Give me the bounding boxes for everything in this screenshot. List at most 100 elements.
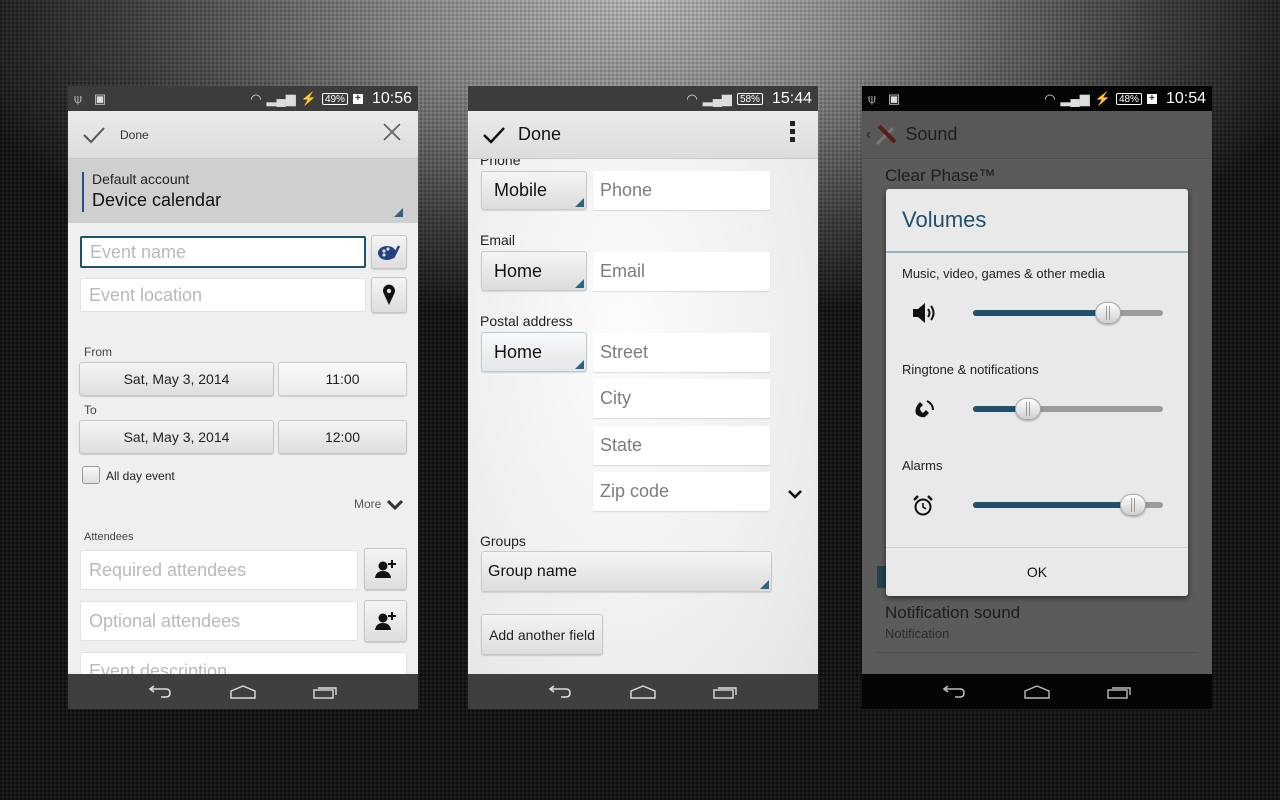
from-date-button[interactable]: Sat, May 3, 2014 xyxy=(79,362,274,396)
all-day-checkbox[interactable] xyxy=(82,466,100,484)
postal-address-label: Postal address xyxy=(480,313,573,329)
map-pin-icon xyxy=(383,284,395,305)
zip-code-input[interactable]: Zip code xyxy=(593,472,770,511)
more-label: More xyxy=(354,497,382,511)
checkmark-icon xyxy=(483,126,505,144)
email-input[interactable]: Email xyxy=(593,252,770,291)
ok-button[interactable]: OK xyxy=(886,548,1188,596)
to-date-button[interactable]: Sat, May 3, 2014 xyxy=(79,420,274,454)
email-type-select[interactable]: Home xyxy=(481,251,587,291)
location-button[interactable] xyxy=(371,277,407,313)
alarm-clock-icon xyxy=(913,495,933,516)
media-volume-label: Music, video, games & other media xyxy=(902,266,1106,281)
android-icon: ▣ xyxy=(93,91,107,106)
done-label: Done xyxy=(120,127,149,142)
account-accent-bar xyxy=(82,172,84,212)
slider-fill xyxy=(973,502,1133,508)
up-button[interactable]: ‹ Sound xyxy=(862,122,957,148)
recents-button[interactable] xyxy=(1107,685,1133,699)
battery-level: 49% xyxy=(321,92,348,105)
ringtone-icon xyxy=(915,400,934,418)
phone-input[interactable]: Phone xyxy=(593,171,770,210)
home-button[interactable] xyxy=(230,684,256,699)
done-button[interactable]: Done xyxy=(68,111,149,159)
setting-clear-phase[interactable]: Clear Phase™ xyxy=(885,166,996,186)
street-input[interactable]: Street xyxy=(593,333,770,372)
recents-button[interactable] xyxy=(713,685,739,699)
volumes-dialog: Volumes Music, video, games & other medi… xyxy=(886,189,1188,596)
to-time-button[interactable]: 12:00 xyxy=(278,420,407,454)
home-button[interactable] xyxy=(1024,684,1050,699)
nav-bar xyxy=(68,674,418,709)
state-input[interactable]: State xyxy=(593,426,770,465)
divider xyxy=(877,652,1197,653)
add-required-attendee-button[interactable] xyxy=(364,548,407,590)
signal-icon: ▂▄▆ xyxy=(702,91,732,106)
more-button[interactable]: More xyxy=(354,497,404,511)
optional-attendees-input[interactable]: Optional attendees xyxy=(80,601,358,641)
overflow-menu-button[interactable] xyxy=(790,121,796,148)
setting-notification-sound[interactable]: Notification sound Notification xyxy=(885,603,1020,641)
event-color-button[interactable] xyxy=(371,235,407,269)
status-bar: ⍦ ▣ ◠ ▂▄▆ ⚡ 49% + 10:56 xyxy=(68,86,418,111)
postal-type-value: Home xyxy=(494,341,543,362)
dropdown-corner-icon xyxy=(575,279,584,288)
alarms-volume-slider[interactable] xyxy=(973,494,1163,516)
slider-thumb[interactable] xyxy=(1119,494,1146,516)
chevron-down-icon xyxy=(788,490,802,499)
usb-icon: ⍦ xyxy=(868,91,876,106)
group-name-select[interactable]: Group name xyxy=(481,551,772,592)
city-input[interactable]: City xyxy=(593,379,770,418)
account-selector[interactable]: Default account Device calendar xyxy=(68,159,418,223)
home-button[interactable] xyxy=(630,684,656,699)
close-button[interactable] xyxy=(382,122,402,147)
battery-level: 48% xyxy=(1115,92,1142,105)
postal-type-select[interactable]: Home xyxy=(481,332,587,372)
nav-bar xyxy=(862,674,1212,709)
to-label: To xyxy=(84,403,97,417)
notification-sound-title: Notification sound xyxy=(885,603,1021,622)
checkmark-icon xyxy=(83,126,105,143)
home-icon xyxy=(1024,684,1050,699)
clock: 15:44 xyxy=(771,89,812,107)
home-icon xyxy=(630,684,656,699)
dialog-title: Volumes xyxy=(902,207,987,232)
back-button[interactable] xyxy=(941,684,967,699)
add-another-field-button[interactable]: Add another field xyxy=(481,614,603,655)
add-optional-attendee-button[interactable] xyxy=(364,600,407,642)
from-label: From xyxy=(84,345,112,359)
slider-thumb[interactable] xyxy=(1015,398,1042,420)
media-volume-slider[interactable] xyxy=(973,302,1163,324)
calendar-event-screen: ⍦ ▣ ◠ ▂▄▆ ⚡ 49% + 10:56 Done Default acc… xyxy=(68,86,418,709)
ringtone-volume-slider[interactable] xyxy=(973,398,1163,420)
clock: 10:54 xyxy=(1165,89,1206,107)
back-button[interactable] xyxy=(147,684,173,699)
dropdown-corner-icon xyxy=(394,208,403,217)
event-name-input[interactable]: Event name xyxy=(80,236,366,268)
back-icon xyxy=(942,684,965,698)
wifi-icon: ◠ xyxy=(686,91,698,106)
battery-plus-icon: + xyxy=(1146,93,1157,104)
required-attendees-input[interactable]: Required attendees xyxy=(80,550,358,590)
from-time-button[interactable]: 11:00 xyxy=(278,362,407,396)
overflow-menu-icon xyxy=(790,121,795,142)
signal-icon: ▂▄▆ xyxy=(266,91,296,106)
battery-level: 58% xyxy=(736,92,763,105)
done-button[interactable]: Done xyxy=(468,111,561,159)
phone-type-select[interactable]: Mobile xyxy=(481,171,587,210)
expand-address-button[interactable] xyxy=(788,486,802,504)
palette-icon xyxy=(378,245,401,260)
alarms-volume-label: Alarms xyxy=(902,458,943,473)
account-value: Device calendar xyxy=(92,190,222,210)
slider-thumb[interactable] xyxy=(1094,302,1121,324)
contact-edit-screen: ◠ ▂▄▆ 58% 15:44 Done Phone Mobile Phone … xyxy=(468,86,818,709)
back-button[interactable] xyxy=(547,684,573,699)
wifi-icon: ◠ xyxy=(1044,91,1056,106)
recents-button[interactable] xyxy=(313,685,339,699)
dropdown-corner-icon xyxy=(575,360,584,369)
action-bar: Done xyxy=(68,111,418,159)
event-location-input[interactable]: Event location xyxy=(80,278,366,312)
close-icon xyxy=(383,123,401,141)
account-label: Default account xyxy=(92,171,190,187)
chevron-left-icon: ‹ xyxy=(866,125,872,143)
